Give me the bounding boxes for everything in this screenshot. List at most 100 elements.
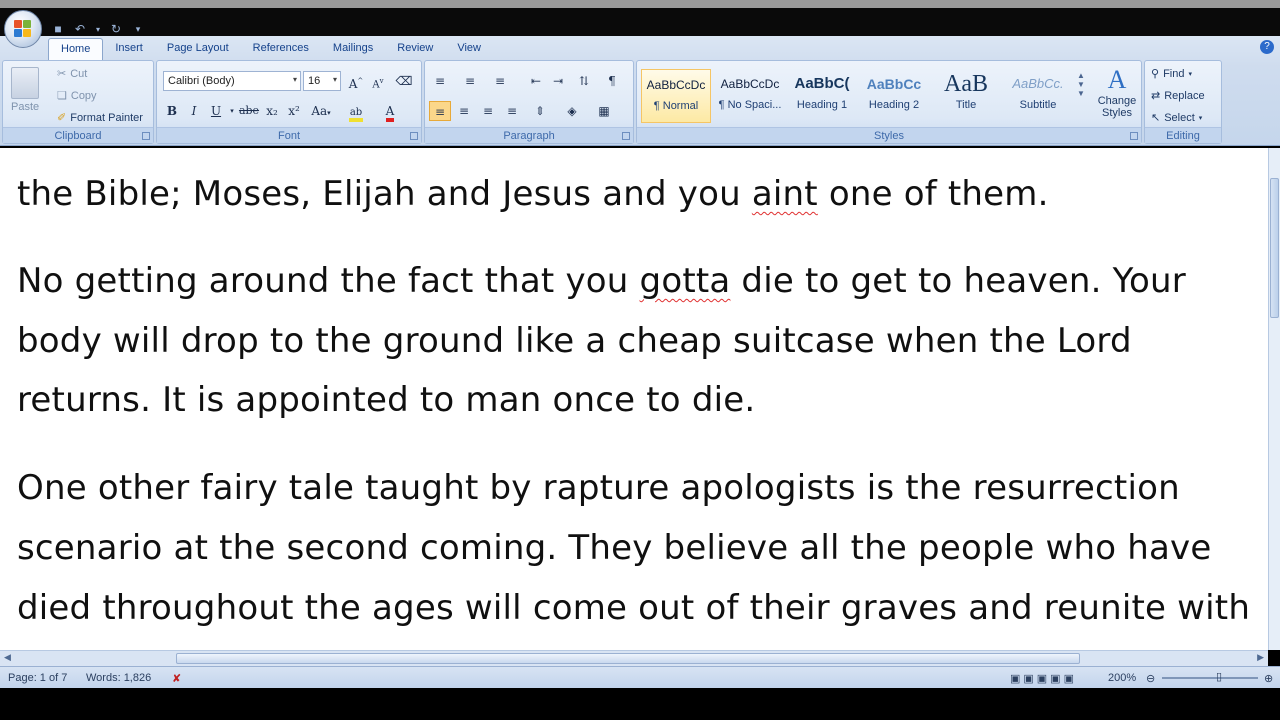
align-left-icon[interactable]: ≡ bbox=[429, 101, 451, 121]
style-normal[interactable]: AaBbCcDc ¶ Normal bbox=[641, 69, 711, 123]
horizontal-scrollbar[interactable]: ◀ ▶ bbox=[0, 650, 1268, 666]
paste-button[interactable]: Paste bbox=[11, 67, 39, 113]
save-icon[interactable]: ■ bbox=[50, 21, 66, 37]
document-page[interactable]: the Bible; Moses, Elijah and Jesus and y… bbox=[0, 148, 1268, 650]
format-painter-button[interactable]: ✐ Format Painter bbox=[57, 111, 143, 125]
style-heading-1[interactable]: AaBbC( Heading 1 bbox=[787, 69, 857, 123]
grow-font-button[interactable]: A^ bbox=[345, 71, 367, 91]
italic-button[interactable]: I bbox=[183, 101, 205, 121]
style-name: Heading 1 bbox=[796, 99, 848, 111]
superscript-button[interactable]: x² bbox=[283, 101, 305, 121]
select-button[interactable]: ↖ Select ▾ bbox=[1151, 111, 1202, 125]
format-painter-label: Format Painter bbox=[70, 111, 143, 124]
text-run: One other fairy tale taught by rapture a… bbox=[17, 468, 1180, 508]
shrink-font-button[interactable]: Av bbox=[367, 71, 389, 91]
document-line: No getting around the fact that you gott… bbox=[17, 251, 1186, 311]
tab-home[interactable]: Home bbox=[48, 38, 104, 60]
chevron-down-icon: ▾ bbox=[292, 75, 297, 84]
multilevel-list-icon[interactable]: ≡ bbox=[489, 71, 511, 91]
vertical-scroll-thumb[interactable] bbox=[1270, 178, 1279, 318]
style-heading-2[interactable]: AaBbCc Heading 2 bbox=[859, 69, 929, 123]
cut-label: Cut bbox=[70, 67, 88, 80]
scroll-right-icon[interactable]: ▶ bbox=[1257, 652, 1264, 663]
chevron-up-icon: ▲ bbox=[1077, 71, 1085, 80]
scroll-left-icon[interactable]: ◀ bbox=[4, 652, 11, 663]
chevron-down-icon: ▾ bbox=[332, 75, 337, 84]
customize-icon[interactable]: ▾ bbox=[130, 21, 146, 37]
ribbon-tabs: Home Insert Page Layout References Maili… bbox=[48, 38, 493, 60]
bullets-icon[interactable]: ≡ bbox=[429, 71, 451, 91]
justify-icon[interactable]: ≡ bbox=[501, 101, 523, 121]
zoom-slider-thumb[interactable]: ▯ bbox=[1216, 670, 1222, 683]
clear-formatting-icon[interactable]: ⌫ bbox=[393, 71, 415, 91]
shrink-font-label: A bbox=[372, 79, 380, 91]
zoom-out-icon[interactable]: ⊖ bbox=[1146, 672, 1155, 685]
font-group-label: Font bbox=[157, 127, 421, 143]
paste-label: Paste bbox=[11, 101, 40, 113]
view-buttons-icon[interactable]: ▣▣▣▣▣ bbox=[1010, 672, 1077, 685]
change-styles-button[interactable]: A Change Styles bbox=[1093, 65, 1141, 119]
tab-view[interactable]: View bbox=[445, 38, 493, 60]
borders-icon[interactable]: ▦ bbox=[593, 101, 615, 121]
shading-icon[interactable]: ◈ bbox=[561, 101, 583, 121]
status-bar: Page: 1 of 7 Words: 1,826 ✘ ▣▣▣▣▣ 200% ⊖… bbox=[0, 666, 1280, 688]
style-subtitle[interactable]: AaBbCc. Subtitle bbox=[1003, 69, 1073, 123]
paintbrush-icon: ✐ bbox=[57, 112, 67, 124]
style-name: ¶ No Spaci... bbox=[718, 99, 782, 111]
tab-insert[interactable]: Insert bbox=[103, 38, 155, 60]
text-run: the Bible; Moses, Elijah and Jesus and y… bbox=[17, 174, 1049, 214]
increase-indent-icon[interactable]: ⇥ bbox=[547, 71, 569, 91]
zoom-in-icon[interactable]: ⊕ bbox=[1264, 672, 1273, 685]
spelling-error[interactable]: aint bbox=[752, 174, 818, 214]
subscript-button[interactable]: x₂ bbox=[261, 101, 283, 121]
zoom-slider[interactable] bbox=[1162, 677, 1258, 679]
font-size-select[interactable]: 16 ▾ bbox=[303, 71, 341, 91]
zoom-level[interactable]: 200% bbox=[1108, 672, 1136, 684]
horizontal-scroll-thumb[interactable] bbox=[176, 653, 1080, 664]
sort-icon[interactable]: ⇅ bbox=[573, 71, 595, 91]
cut-button[interactable]: ✂ Cut bbox=[57, 67, 88, 81]
style-title[interactable]: AaB Title bbox=[931, 69, 1001, 123]
style-no-spacing[interactable]: AaBbCcDc ¶ No Spaci... bbox=[715, 69, 785, 123]
undo-icon[interactable]: ↶ bbox=[72, 21, 88, 37]
word-count[interactable]: Words: 1,826 bbox=[86, 672, 151, 684]
office-button[interactable] bbox=[4, 10, 42, 48]
find-button[interactable]: ⚲ Find ▾ bbox=[1151, 67, 1192, 81]
tab-mailings[interactable]: Mailings bbox=[321, 38, 385, 60]
line-spacing-icon[interactable]: ⇕ bbox=[529, 101, 551, 121]
highlight-button[interactable]: ab bbox=[345, 101, 367, 122]
font-launcher-icon[interactable] bbox=[410, 132, 418, 140]
chevron-down-icon: ▾ bbox=[1188, 70, 1192, 78]
font-group: Calibri (Body) ▾ 16 ▾ A^ Av ⌫ B I U ▾ ab… bbox=[156, 60, 422, 144]
strikethrough-button[interactable]: abe bbox=[235, 101, 263, 121]
bold-button[interactable]: B bbox=[161, 101, 183, 121]
replace-button[interactable]: ⇄ Replace bbox=[1151, 89, 1205, 103]
numbering-icon[interactable]: ≡ bbox=[459, 71, 481, 91]
font-name-select[interactable]: Calibri (Body) ▾ bbox=[163, 71, 301, 91]
style-name: Heading 2 bbox=[868, 99, 920, 111]
tab-review[interactable]: Review bbox=[385, 38, 445, 60]
find-label: Find bbox=[1163, 67, 1185, 80]
styles-scroll[interactable]: ▲ ▼ ▼ bbox=[1077, 71, 1085, 98]
font-color-button[interactable]: A bbox=[379, 101, 401, 122]
decrease-indent-icon[interactable]: ⇤ bbox=[525, 71, 547, 91]
align-center-icon[interactable]: ≡ bbox=[453, 101, 475, 121]
change-case-button[interactable]: Aa▾ bbox=[307, 101, 335, 121]
pilcrow-icon[interactable]: ¶ bbox=[601, 71, 623, 91]
chevron-down-icon[interactable]: ▾ bbox=[94, 21, 102, 37]
clipboard-launcher-icon[interactable] bbox=[142, 132, 150, 140]
page-count[interactable]: Page: 1 of 7 bbox=[8, 672, 67, 684]
proofing-icon[interactable]: ✘ bbox=[172, 672, 181, 685]
copy-button[interactable]: ❏ Copy bbox=[57, 89, 97, 103]
spelling-error[interactable]: gotta bbox=[640, 261, 731, 301]
redo-icon[interactable]: ↻ bbox=[108, 21, 124, 37]
styles-launcher-icon[interactable] bbox=[1130, 132, 1138, 140]
paragraph-launcher-icon[interactable] bbox=[622, 132, 630, 140]
tab-references[interactable]: References bbox=[241, 38, 321, 60]
style-name: ¶ Normal bbox=[653, 100, 699, 112]
tab-page-layout[interactable]: Page Layout bbox=[155, 38, 241, 60]
vertical-scrollbar[interactable] bbox=[1268, 148, 1280, 650]
align-right-icon[interactable]: ≡ bbox=[477, 101, 499, 121]
replace-icon: ⇄ bbox=[1151, 90, 1161, 102]
help-icon[interactable]: ? bbox=[1260, 40, 1274, 54]
